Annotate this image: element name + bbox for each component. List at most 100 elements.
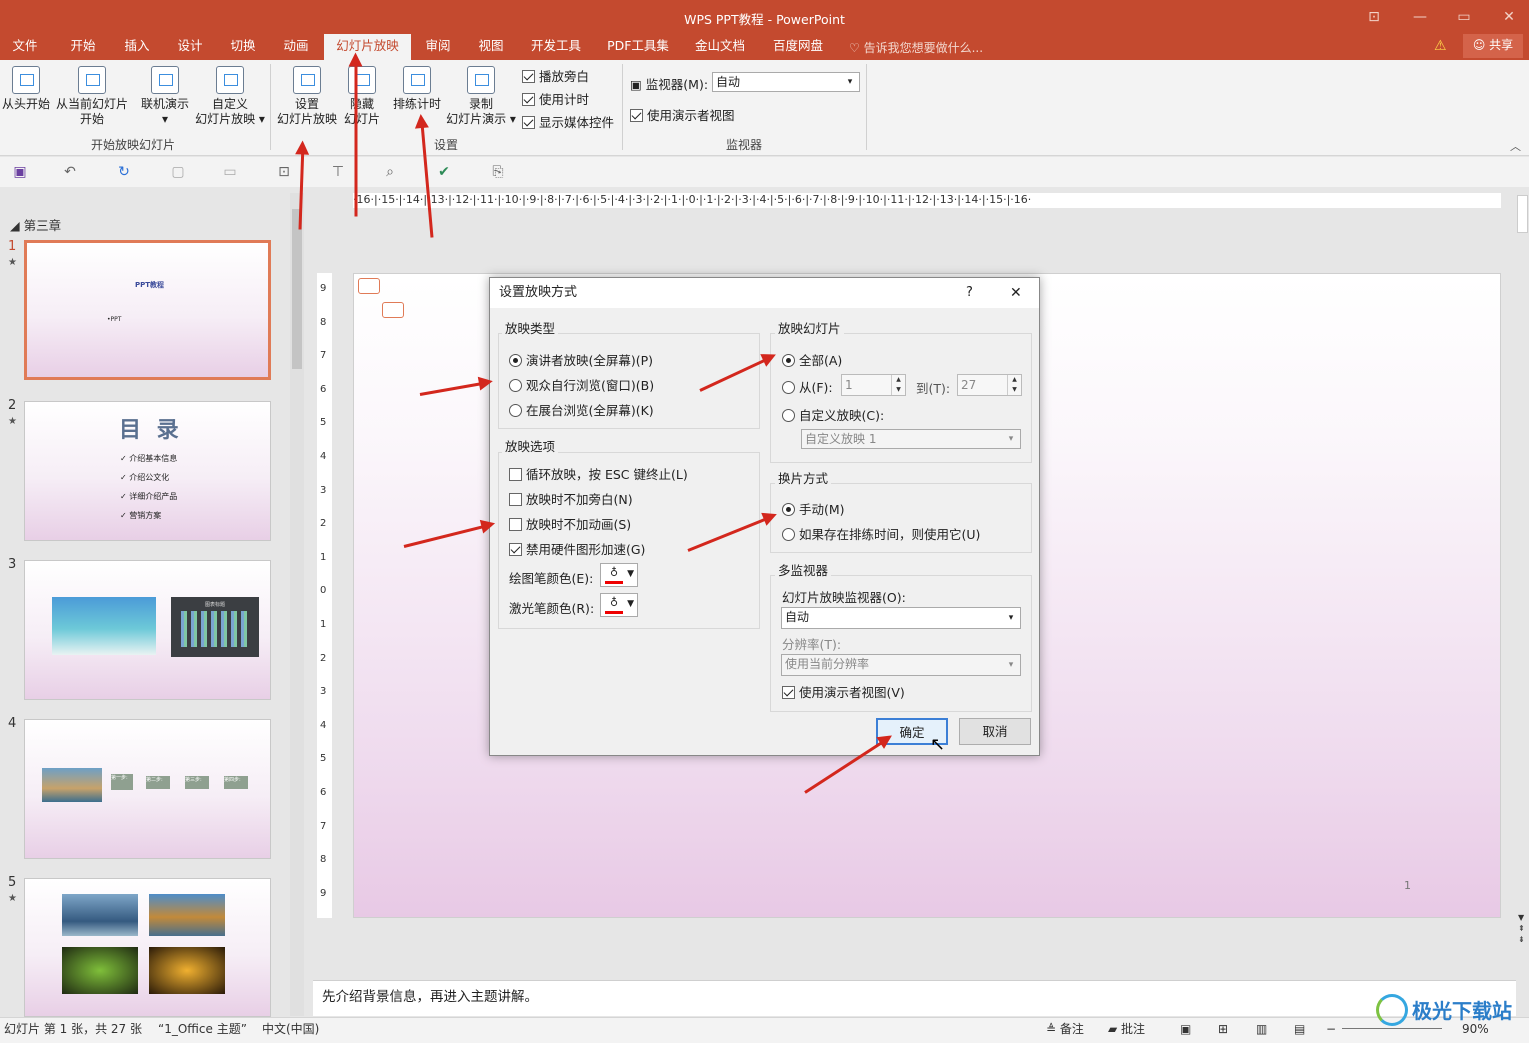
tab-file[interactable]: 文件 — [0, 34, 50, 60]
checkbox-label: 放映时不加旁白(N) — [525, 492, 633, 507]
disable-hw-accel-checkbox[interactable]: 禁用硬件图形加速(G) — [509, 539, 645, 558]
no-narration-checkbox[interactable]: 放映时不加旁白(N) — [509, 489, 633, 508]
custom-slideshow-icon — [216, 66, 244, 94]
reading-view-icon[interactable]: ▥ — [1256, 1019, 1267, 1039]
cancel-button[interactable]: 取消 — [959, 718, 1031, 745]
ruler-tick-label: 9 — [320, 887, 327, 899]
tab-review[interactable]: 审阅 — [413, 34, 463, 60]
slide-thumbnail-1[interactable]: PPT教程 •PPT — [24, 240, 271, 380]
all-slides-radio[interactable]: 全部(A) — [782, 350, 842, 369]
tab-transitions[interactable]: 切换 — [218, 34, 268, 60]
slide-thumbnail-3[interactable]: 图表标题 — [24, 560, 271, 700]
warning-icon[interactable]: ⚠ — [1434, 38, 1447, 54]
resolution-select[interactable]: 使用当前分辨率 ▾ — [781, 654, 1021, 676]
presenter-fullscreen-radio[interactable]: 演讲者放映(全屏幕)(P) — [509, 350, 653, 369]
laser-color-picker[interactable]: ♁ ▼ — [600, 593, 638, 617]
use-presenter-view-checkbox[interactable]: 使用演示者视图 — [630, 105, 735, 124]
manual-advance-radio[interactable]: 手动(M) — [782, 499, 845, 518]
monitor-select[interactable]: 自动 ▾ — [712, 72, 860, 92]
notes-toggle[interactable]: ≜ 备注 — [1046, 1019, 1084, 1039]
from-radio[interactable]: 从(F): — [782, 377, 833, 396]
from-start-button[interactable]: 从头开始 — [0, 66, 52, 112]
tab-pdf-tools[interactable]: PDF工具集 — [598, 34, 678, 60]
present-icon[interactable]: ⊡ — [276, 164, 292, 180]
checkbox-icon — [509, 493, 522, 506]
language-status[interactable]: 中文(中国) — [262, 1019, 319, 1039]
tab-home[interactable]: 开始 — [58, 34, 108, 60]
notes-pane[interactable]: 先介绍背景信息，再进入主题讲解。 — [313, 980, 1516, 1016]
editor-scrollbar[interactable]: ▼ ⇞ ⇟ — [1516, 187, 1529, 980]
custom-show-select[interactable]: 自定义放映 1 ▾ — [801, 429, 1021, 449]
print-preview-icon[interactable]: ⌕ — [382, 164, 398, 180]
new-slide-icon[interactable]: ▢ — [170, 164, 186, 180]
tab-slideshow[interactable]: 幻灯片放映 — [324, 34, 411, 60]
presenter-icon[interactable]: ⊤ — [330, 164, 346, 180]
document-icon[interactable]: ⎘ — [490, 164, 506, 180]
comment-icon[interactable] — [358, 278, 380, 294]
undo-icon[interactable]: ↶ — [62, 164, 78, 180]
comment-icon[interactable] — [382, 302, 404, 318]
kiosk-radio[interactable]: 在展台浏览(全屏幕)(K) — [509, 400, 654, 419]
slide-sorter-icon[interactable]: ⊞ — [1218, 1019, 1228, 1039]
save-icon[interactable]: ▣ — [12, 164, 28, 180]
tab-kingsoft-docs[interactable]: 金山文档 — [684, 34, 756, 60]
slide-thumbnail-5[interactable] — [24, 878, 271, 1017]
from-slide-spinner[interactable]: 1 ▲ ▼ — [841, 374, 906, 396]
record-slideshow-button[interactable]: 录制 幻灯片演示 ▾ — [444, 66, 518, 127]
help-button[interactable]: ? — [966, 278, 973, 308]
use-timings-radio[interactable]: 如果存在排练时间，则使用它(U) — [782, 524, 980, 543]
custom-show-button[interactable]: 自定义 幻灯片放映 ▾ — [195, 66, 265, 127]
play-narrations-checkbox[interactable]: 播放旁白 — [522, 66, 589, 85]
section-name: 第三章 — [23, 218, 62, 233]
minimize-button[interactable]: — — [1400, 4, 1440, 30]
tell-me-box[interactable]: ♡ 告诉我您想要做什么... — [849, 39, 983, 56]
scroll-arrows-icon[interactable]: ▼ ⇞ ⇟ — [1518, 912, 1525, 945]
from-current-button[interactable]: 从当前幻灯片 开始 — [55, 66, 129, 127]
resolution-value: 使用当前分辨率 — [785, 657, 870, 671]
hide-slide-button[interactable]: 隐藏 幻灯片 — [340, 66, 384, 127]
rehearse-timings-button[interactable]: 排练计时 — [390, 66, 444, 112]
maximize-button[interactable]: ▭ — [1444, 4, 1484, 30]
tab-animations[interactable]: 动画 — [271, 34, 321, 60]
custom-show-radio[interactable]: 自定义放映(C): — [782, 405, 884, 424]
setup-slideshow-button[interactable]: 设置 幻灯片放映 — [276, 66, 338, 127]
to-slide-spinner[interactable]: 27 ▲ ▼ — [957, 374, 1022, 396]
collapse-ribbon-icon[interactable]: ︿ — [1510, 138, 1521, 154]
present-online-button[interactable]: 联机演示 ▾ — [135, 66, 195, 127]
lightbulb-icon: ♡ — [849, 41, 864, 55]
ribbon: 从头开始 从当前幻灯片 开始 联机演示 ▾ 自定义 幻灯片放映 ▾ 开始放映幻灯片 设… — [0, 60, 1529, 156]
radio-icon — [782, 409, 795, 422]
share-button[interactable]: ☺ 共享 — [1463, 34, 1523, 58]
use-timings-checkbox[interactable]: 使用计时 — [522, 89, 589, 108]
tab-baidu-netdisk[interactable]: 百度网盘 — [762, 34, 834, 60]
tab-view[interactable]: 视图 — [466, 34, 516, 60]
section-header[interactable]: ◢ 第三章 — [10, 215, 61, 234]
tab-design[interactable]: 设计 — [165, 34, 215, 60]
close-button[interactable]: ✕ — [1489, 4, 1529, 30]
layout-icon[interactable]: ▭ — [222, 164, 238, 180]
normal-view-icon[interactable]: ▣ — [1180, 1019, 1191, 1039]
dialog-presenter-view-checkbox[interactable]: 使用演示者视图(V) — [782, 682, 905, 701]
comments-toggle[interactable]: ▰ 批注 — [1108, 1019, 1145, 1039]
loop-checkbox[interactable]: 循环放映，按 ESC 键终止(L) — [509, 464, 688, 483]
slide-thumbnail-4[interactable]: 第一步: 第二步: 第三步: 第四步: — [24, 719, 271, 859]
scroll-thumb[interactable] — [1517, 195, 1528, 233]
zoom-slider[interactable] — [1342, 1028, 1442, 1029]
slideshow-view-icon[interactable]: ▤ — [1294, 1019, 1305, 1039]
pen-color-picker[interactable]: ♁ ▼ — [600, 563, 638, 587]
no-animation-checkbox[interactable]: 放映时不加动画(S) — [509, 514, 631, 533]
zoom-out-icon[interactable]: − — [1326, 1019, 1336, 1039]
dialog-close-button[interactable]: ✕ — [1010, 278, 1022, 308]
ribbon-display-icon[interactable]: ⊡ — [1354, 4, 1394, 30]
thumbnail-scrollbar[interactable] — [290, 193, 304, 1016]
show-media-controls-checkbox[interactable]: 显示媒体控件 — [522, 112, 614, 131]
slideshow-monitor-select[interactable]: 自动 ▾ — [781, 607, 1021, 629]
redo-icon[interactable]: ↻ — [116, 164, 132, 180]
tab-insert[interactable]: 插入 — [112, 34, 162, 60]
slide-thumbnail-2[interactable]: 目 录 ✓ 介绍基本信息 ✓ 介绍公文化 ✓ 详细介绍产品 ✓ 营销方案 — [24, 401, 271, 541]
spellcheck-icon[interactable]: ✔ — [436, 164, 452, 180]
browsed-window-radio[interactable]: 观众自行浏览(窗口)(B) — [509, 375, 654, 394]
tab-developer[interactable]: 开发工具 — [520, 34, 592, 60]
radio-icon — [782, 381, 795, 394]
scroll-thumb[interactable] — [292, 209, 302, 369]
